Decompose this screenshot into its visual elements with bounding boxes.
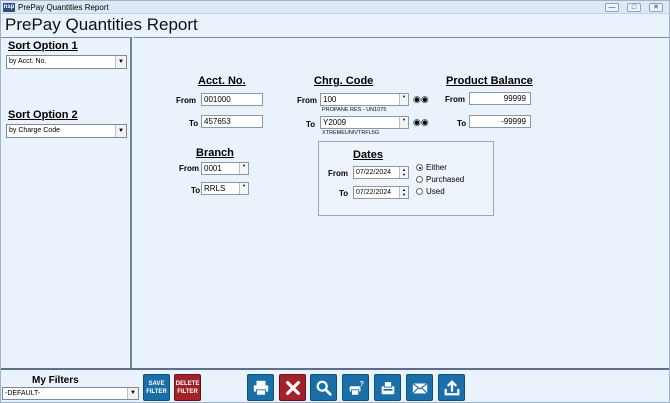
radio-purchased[interactable]: Purchased [416, 175, 464, 184]
radio-either-label: Either [426, 163, 447, 172]
radio-unselected-icon[interactable] [416, 188, 423, 195]
binoculars-icon[interactable]: ◉◉ [413, 117, 429, 127]
chrg-from-value: 100 [323, 95, 337, 104]
chevron-down-icon[interactable]: ▼ [239, 163, 248, 174]
radio-used[interactable]: Used [416, 187, 445, 196]
chevron-down-icon[interactable]: ▼ [399, 117, 408, 128]
sort-option-1-value: by Acct. No. [9, 58, 47, 65]
sort-option-2-select[interactable]: by Charge Code ▼ [6, 124, 127, 138]
fax-button[interactable] [374, 374, 401, 401]
page-title: PrePay Quantities Report [5, 15, 198, 34]
my-filters-value: -DEFAULT- [5, 390, 41, 397]
branch-to-select[interactable]: RRLS ▼ [201, 182, 249, 195]
chevron-down-icon[interactable]: ▼ [115, 125, 126, 137]
chrg-from-input[interactable]: 100 ▼ [320, 93, 409, 106]
my-filters-select[interactable]: -DEFAULT- ▼ [2, 387, 139, 400]
chrg-to-input[interactable]: Y2009 ▼ [320, 116, 409, 129]
acct-to-label: To [189, 119, 199, 128]
branch-from-select[interactable]: 0001 ▼ [201, 162, 249, 175]
branch-from-value: 0001 [204, 164, 222, 173]
dates-to-label: To [339, 189, 349, 198]
print-button[interactable] [247, 374, 274, 401]
sort-panel: Sort Option 1 by Acct. No. ▼ Sort Option… [1, 37, 132, 368]
sort-option-2-value: by Charge Code [9, 127, 60, 134]
dates-from-input[interactable]: 07/22/2024 ▲ ▼ [353, 166, 409, 179]
save-filter-button[interactable]: SAVE FILTER [143, 374, 170, 401]
chrg-to-value: Y2009 [323, 118, 347, 127]
chrg-from-description: PROPANE RES - UN1075 [322, 107, 387, 113]
binoculars-icon[interactable]: ◉◉ [413, 94, 429, 104]
app-icon: nsp [3, 3, 15, 12]
maximize-button[interactable]: □ [627, 3, 641, 12]
radio-selected-icon[interactable] [416, 164, 423, 171]
balance-from-label: From [445, 95, 465, 104]
acct-from-label: From [176, 96, 196, 105]
radio-used-label: Used [426, 187, 445, 196]
preview-button[interactable] [310, 374, 337, 401]
chrg-to-label: To [306, 120, 316, 129]
close-button[interactable]: ✕ [649, 3, 663, 12]
window-title: PrePay Quantities Report [18, 3, 109, 12]
export-button[interactable] [438, 374, 465, 401]
branch-to-value: RRLS [204, 184, 226, 193]
chrg-code-header: Chrg. Code [314, 75, 374, 87]
filter-criteria-panel: Acct. No. From 001000 To 457653 Chrg. Co… [134, 37, 669, 368]
delete-filter-label-1: DELETE [175, 380, 200, 387]
dates-from-value: 07/22/2024 [356, 169, 392, 176]
dates-to-value: 07/22/2024 [356, 189, 392, 196]
radio-unselected-icon[interactable] [416, 176, 423, 183]
balance-from-input[interactable]: 99999 [469, 92, 531, 105]
print-setup-button[interactable]: ? [342, 374, 369, 401]
acct-from-input[interactable]: 001000 [201, 93, 263, 106]
dates-header: Dates [353, 149, 383, 161]
chevron-down-icon[interactable]: ▼ [115, 56, 126, 68]
branch-from-label: From [179, 164, 199, 173]
cancel-button[interactable] [279, 374, 306, 401]
radio-purchased-label: Purchased [426, 175, 465, 184]
email-button[interactable] [406, 374, 433, 401]
dates-group: Dates From 07/22/2024 ▲ ▼ To 07/22/2024 ▲… [318, 141, 494, 216]
print-setup-icon: ? [349, 379, 363, 396]
date-spinner-icon[interactable]: ▲ ▼ [399, 187, 408, 198]
sort-option-1-select[interactable]: by Acct. No. ▼ [6, 55, 127, 69]
radio-either[interactable]: Either [416, 163, 447, 172]
export-icon [444, 379, 459, 395]
bottom-toolbar: My Filters -DEFAULT- ▼ SAVE FILTER DELET… [1, 368, 669, 402]
minimize-button[interactable]: — [605, 3, 619, 12]
chrg-to-description: XTREMEUNIVTRFL5G [322, 130, 380, 136]
fax-icon [381, 380, 394, 394]
chevron-down-icon[interactable]: ▼ [239, 183, 248, 194]
sort-option-1-label: Sort Option 1 [8, 40, 78, 52]
email-icon [411, 382, 428, 394]
branch-to-label: To [191, 186, 201, 195]
print-icon [253, 380, 268, 396]
balance-to-input[interactable]: -99999 [469, 115, 531, 128]
delete-filter-button[interactable]: DELETE FILTER [174, 374, 201, 401]
acct-no-header: Acct. No. [198, 75, 246, 87]
product-balance-header: Product Balance [446, 75, 533, 87]
date-spinner-icon[interactable]: ▲ ▼ [399, 167, 408, 178]
dates-to-input[interactable]: 07/22/2024 ▲ ▼ [353, 186, 409, 199]
balance-to-label: To [457, 119, 467, 128]
chrg-from-label: From [297, 96, 317, 105]
cancel-icon [285, 380, 300, 395]
svg-text:?: ? [359, 379, 363, 388]
preview-icon [316, 380, 332, 396]
branch-header: Branch [196, 147, 234, 159]
delete-filter-label-2: FILTER [177, 388, 198, 395]
acct-to-input[interactable]: 457653 [201, 115, 263, 128]
my-filters-label: My Filters [32, 375, 79, 386]
report-window: nsp PrePay Quantities Report — □ ✕ PrePa… [0, 0, 670, 403]
chevron-down-icon[interactable]: ▼ [399, 94, 408, 105]
save-filter-label-2: FILTER [146, 388, 167, 395]
save-filter-label-1: SAVE [148, 380, 165, 387]
sort-option-2-label: Sort Option 2 [8, 109, 78, 121]
title-bar: nsp PrePay Quantities Report — □ ✕ [1, 1, 669, 14]
chevron-down-icon[interactable]: ▼ [127, 388, 138, 399]
dates-from-label: From [328, 169, 348, 178]
